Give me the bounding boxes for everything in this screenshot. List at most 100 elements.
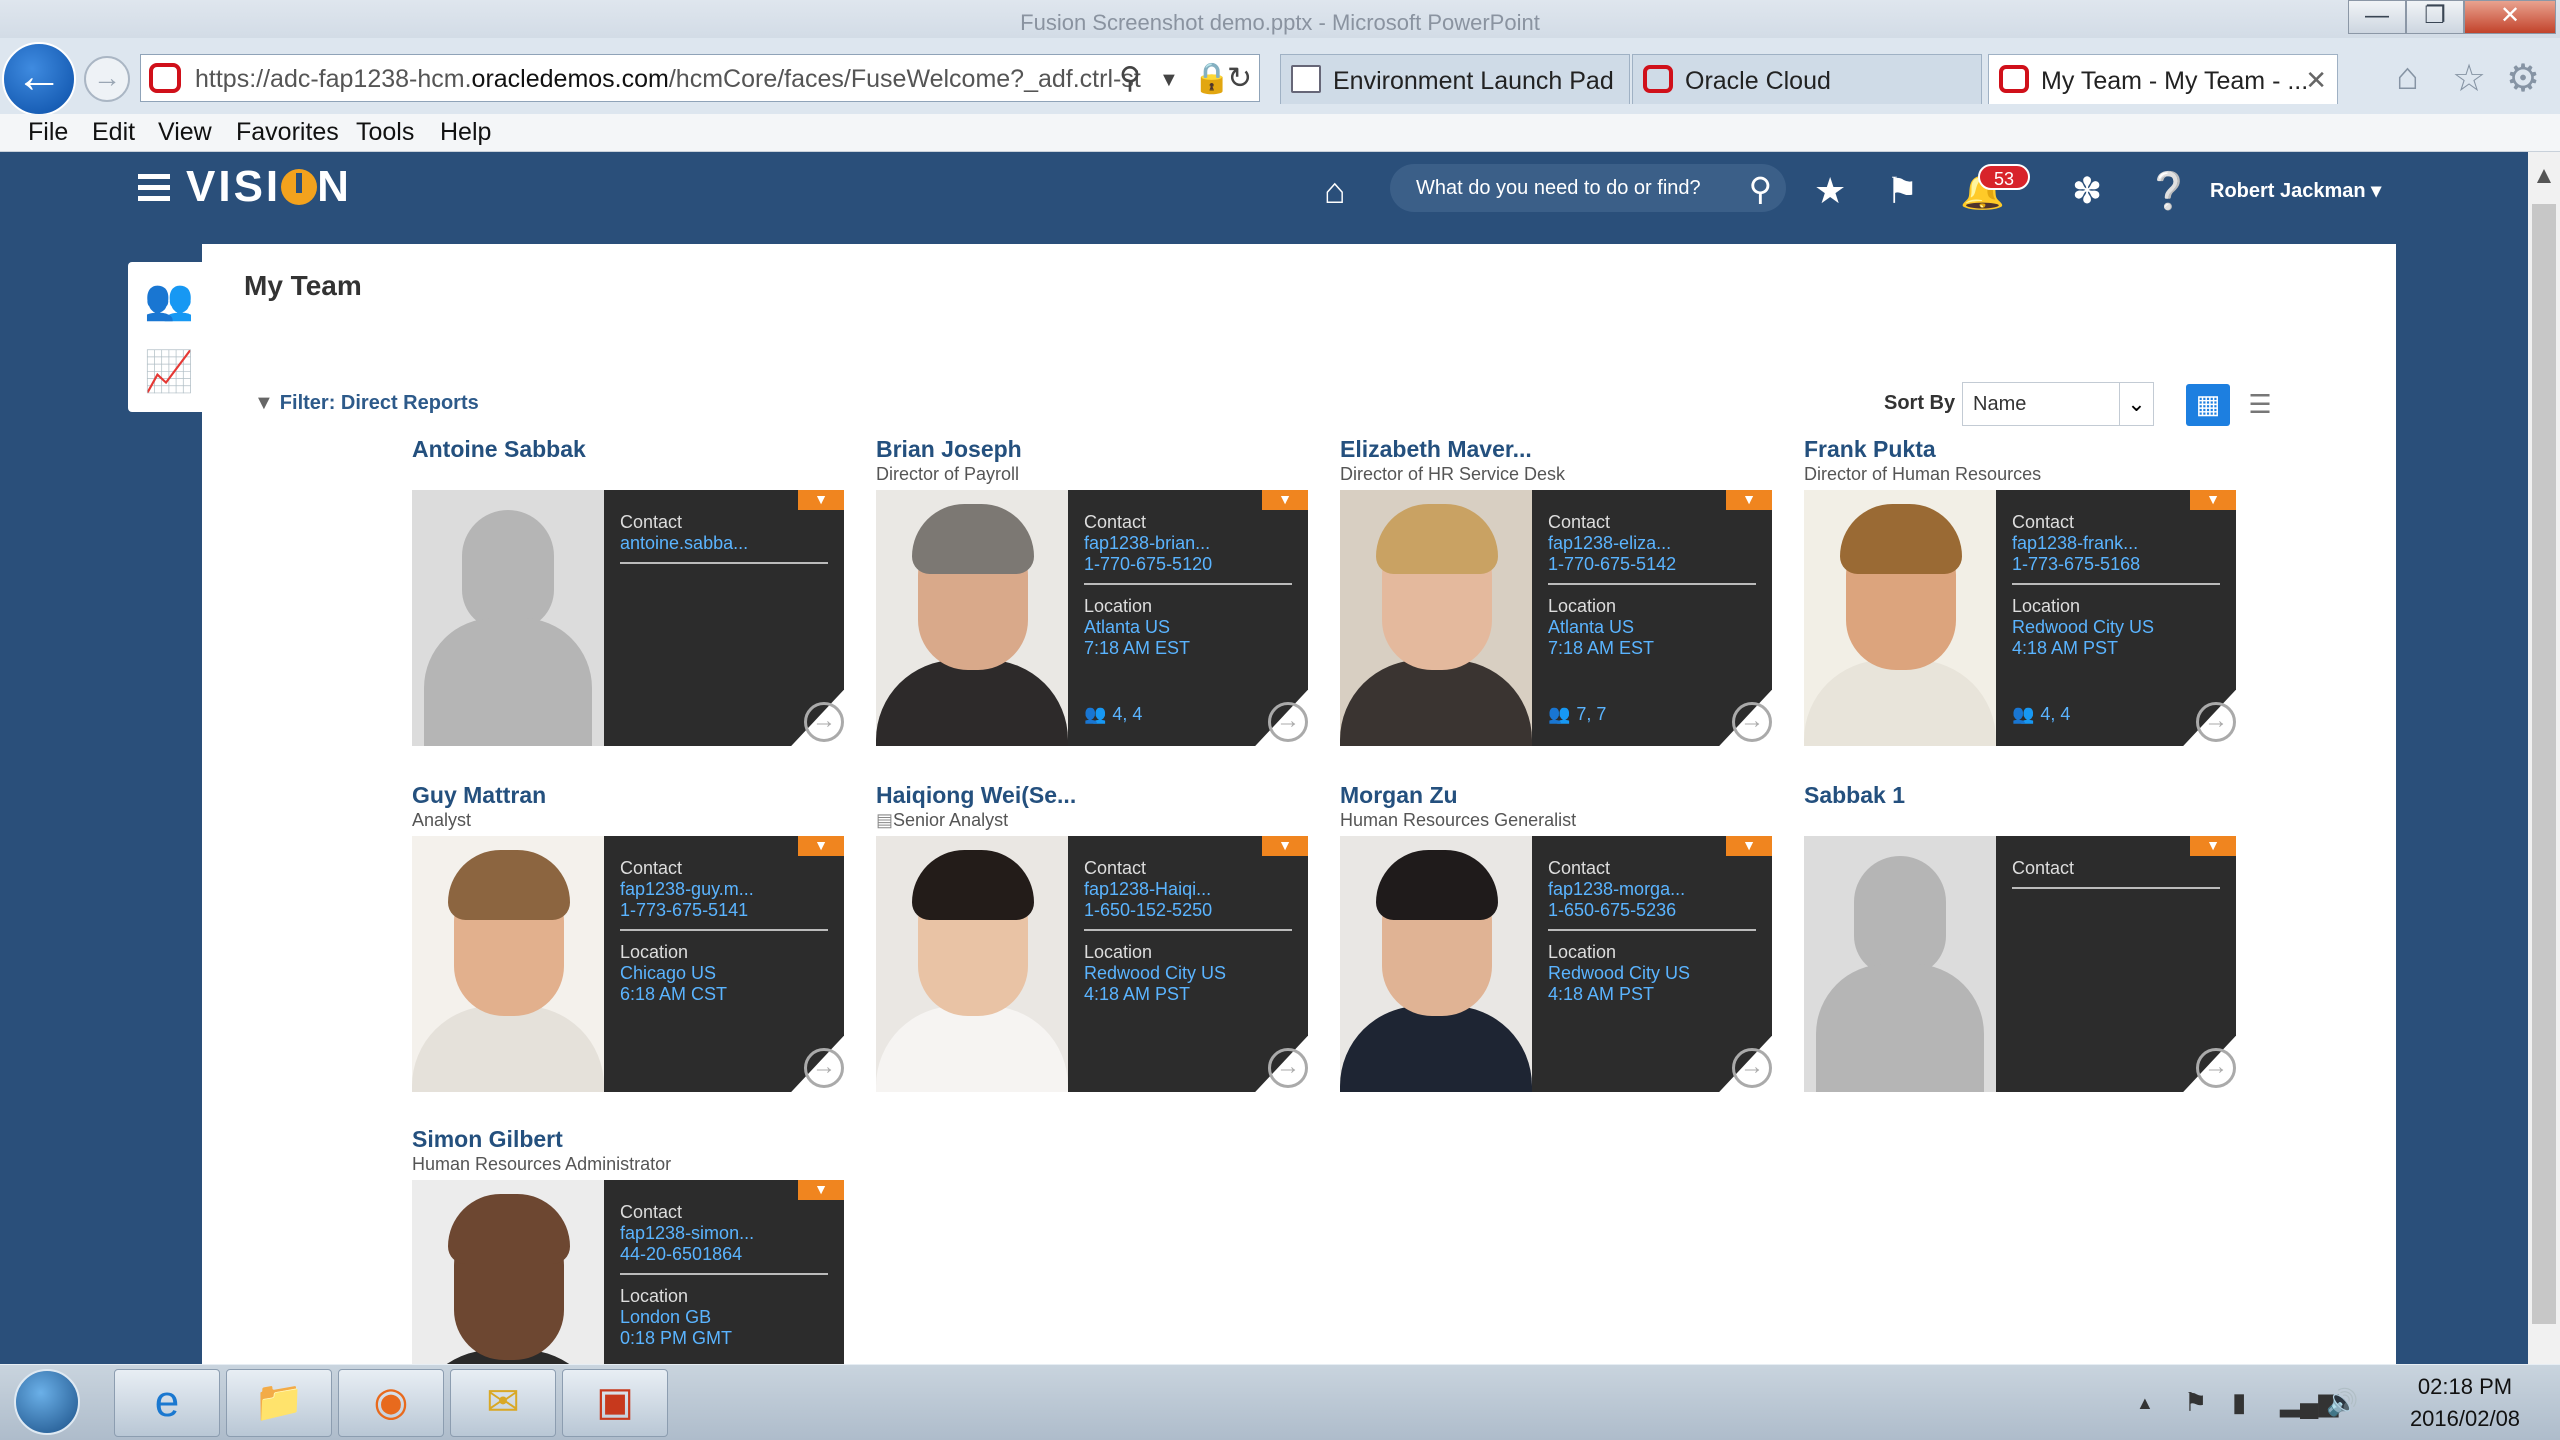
tab-environment-launch-pad[interactable]: Environment Launch Pad — [1280, 54, 1630, 104]
person-photo[interactable] — [1340, 490, 1532, 746]
tab-my-team[interactable]: My Team - My Team - ... ✕ — [1988, 54, 2338, 104]
contact-phone[interactable]: 1-770-675-5142 — [1548, 554, 1756, 575]
contact-phone[interactable]: 1-650-152-5250 — [1084, 900, 1292, 921]
person-name[interactable]: Guy Mattran — [412, 782, 844, 808]
address-bar[interactable]: https://adc-fap1238-hcm.oracledemos.com/… — [140, 54, 1260, 102]
location-value[interactable]: Redwood City US — [1548, 963, 1756, 984]
person-name[interactable]: Frank Pukta — [1804, 436, 2236, 462]
menu-favorites[interactable]: Favorites — [236, 118, 339, 147]
person-name[interactable]: Morgan Zu — [1340, 782, 1772, 808]
go-to-details-icon[interactable]: → — [804, 1048, 844, 1088]
restore-button[interactable]: ❐ — [2406, 0, 2464, 34]
direct-reports-count[interactable]: 👥 4, 4 — [2012, 704, 2070, 725]
location-value[interactable]: Redwood City US — [1084, 963, 1292, 984]
actions-dropdown-icon[interactable]: ▼ — [1726, 836, 1772, 856]
power-icon[interactable]: ▮ — [2232, 1387, 2246, 1418]
refresh-icon[interactable]: ↻ — [1227, 61, 1252, 96]
actions-dropdown-icon[interactable]: ▼ — [798, 836, 844, 856]
filter-direct-reports[interactable]: ▼ Filter: Direct Reports — [254, 392, 479, 415]
grid-view-button[interactable]: ▦ — [2186, 384, 2230, 426]
forward-button[interactable]: → — [84, 56, 130, 102]
actions-dropdown-icon[interactable]: ▼ — [798, 1180, 844, 1200]
search-icon[interactable]: ⚲ — [1749, 170, 1772, 208]
person-name[interactable]: Sabbak 1 — [1804, 782, 2236, 808]
firefox-icon[interactable]: ◉ — [338, 1369, 444, 1437]
actions-dropdown-icon[interactable]: ▼ — [2190, 836, 2236, 856]
person-photo[interactable] — [1340, 836, 1532, 1092]
home-icon[interactable]: ⌂ — [2396, 56, 2419, 99]
back-button[interactable]: ← — [2, 42, 76, 116]
direct-reports-count[interactable]: 👥 7, 7 — [1548, 704, 1606, 725]
person-card[interactable]: Elizabeth Maver... Director of HR Service… — [1340, 436, 1772, 746]
actions-dropdown-icon[interactable]: ▼ — [1262, 836, 1308, 856]
analytics-icon[interactable]: 📈 — [144, 348, 194, 395]
accessibility-icon[interactable]: ✽ — [2072, 170, 2102, 212]
actions-dropdown-icon[interactable]: ▼ — [2190, 490, 2236, 510]
menu-edit[interactable]: Edit — [92, 118, 135, 147]
contact-email[interactable]: fap1238-morga... — [1548, 879, 1756, 900]
hamburger-menu-icon[interactable] — [138, 174, 170, 202]
menu-tools[interactable]: Tools — [356, 118, 414, 147]
contact-phone[interactable]: 1-773-675-5141 — [620, 900, 828, 921]
show-hidden-icons[interactable]: ▲ — [2136, 1393, 2154, 1414]
person-photo[interactable] — [1804, 836, 1996, 1092]
go-to-details-icon[interactable]: → — [2196, 702, 2236, 742]
person-name[interactable]: Brian Joseph — [876, 436, 1308, 462]
chevron-down-icon[interactable]: ⌄ — [2119, 383, 2153, 425]
contact-email[interactable]: antoine.sabba... — [620, 533, 828, 554]
powerpoint-icon[interactable]: ▣ — [562, 1369, 668, 1437]
contact-phone[interactable]: 44-20-6501864 — [620, 1244, 828, 1265]
direct-reports-count[interactable]: 👥 4, 4 — [1084, 704, 1142, 725]
actions-dropdown-icon[interactable]: ▼ — [798, 490, 844, 510]
actions-dropdown-icon[interactable]: ▼ — [1262, 490, 1308, 510]
contact-email[interactable]: fap1238-Haiqi... — [1084, 879, 1292, 900]
location-value[interactable]: Atlanta US — [1084, 617, 1292, 638]
help-icon[interactable]: ❔ — [2146, 170, 2191, 212]
person-name[interactable]: Antoine Sabbak — [412, 436, 844, 462]
location-value[interactable]: Redwood City US — [2012, 617, 2220, 638]
contact-email[interactable]: fap1238-frank... — [2012, 533, 2220, 554]
location-value[interactable]: London GB — [620, 1307, 828, 1328]
contact-phone[interactable]: 1-773-675-5168 — [2012, 554, 2220, 575]
sort-by-select[interactable]: Name ⌄ — [1962, 382, 2154, 426]
list-view-button[interactable]: ☰ — [2238, 384, 2282, 426]
go-to-details-icon[interactable]: → — [1732, 702, 1772, 742]
internet-explorer-icon[interactable]: e — [114, 1369, 220, 1437]
person-photo[interactable] — [412, 490, 604, 746]
global-search-input[interactable]: What do you need to do or find? ⚲ — [1390, 164, 1786, 212]
person-card[interactable]: Frank Pukta Director of Human Resources Co… — [1804, 436, 2236, 746]
person-name[interactable]: Elizabeth Maver... — [1340, 436, 1772, 462]
flag-icon[interactable]: ⚑ — [1886, 170, 1918, 212]
page-scrollbar[interactable]: ▲ — [2528, 152, 2560, 1364]
settings-gear-icon[interactable]: ⚙ — [2506, 56, 2540, 101]
close-tab-icon[interactable]: ✕ — [2305, 65, 2327, 96]
user-menu[interactable]: Robert Jackman ▾ — [2210, 178, 2381, 203]
start-button[interactable] — [14, 1369, 80, 1435]
person-photo[interactable] — [412, 836, 604, 1092]
person-card[interactable]: Guy Mattran Analyst Contact fap1238-guy.m..… — [412, 782, 844, 1092]
scroll-up-icon[interactable]: ▲ — [2528, 162, 2560, 190]
contact-email[interactable]: fap1238-eliza... — [1548, 533, 1756, 554]
taskbar-clock[interactable]: 02:18 PM 2016/02/08 — [2380, 1371, 2550, 1435]
person-card[interactable]: Brian Joseph Director of Payroll Contact fa… — [876, 436, 1308, 746]
contact-phone[interactable]: 1-770-675-5120 — [1084, 554, 1292, 575]
go-to-details-icon[interactable]: → — [1732, 1048, 1772, 1088]
minimize-button[interactable]: — — [2348, 0, 2406, 34]
person-card[interactable]: Antoine Sabbak Contact antoine.sabba... ▼ → — [412, 436, 844, 746]
close-window-button[interactable]: ✕ — [2464, 0, 2556, 34]
person-photo[interactable] — [876, 836, 1068, 1092]
go-to-details-icon[interactable]: → — [1268, 1048, 1308, 1088]
volume-icon[interactable]: 🔊 — [2326, 1387, 2358, 1418]
actions-dropdown-icon[interactable]: ▼ — [1726, 490, 1772, 510]
team-icon[interactable]: 👥 — [144, 276, 194, 323]
scrollbar-thumb[interactable] — [2532, 204, 2556, 1324]
contact-email[interactable]: fap1238-brian... — [1084, 533, 1292, 554]
outlook-icon[interactable]: ✉ — [450, 1369, 556, 1437]
person-photo[interactable] — [876, 490, 1068, 746]
favorites-star-icon[interactable]: ★ — [1814, 170, 1846, 212]
search-icon[interactable]: ⚲ — [1119, 61, 1141, 96]
person-name[interactable]: Haiqiong Wei(Se... — [876, 782, 1308, 808]
contact-phone[interactable]: 1-650-675-5236 — [1548, 900, 1756, 921]
location-value[interactable]: Atlanta US — [1548, 617, 1756, 638]
home-icon[interactable]: ⌂ — [1324, 170, 1346, 212]
